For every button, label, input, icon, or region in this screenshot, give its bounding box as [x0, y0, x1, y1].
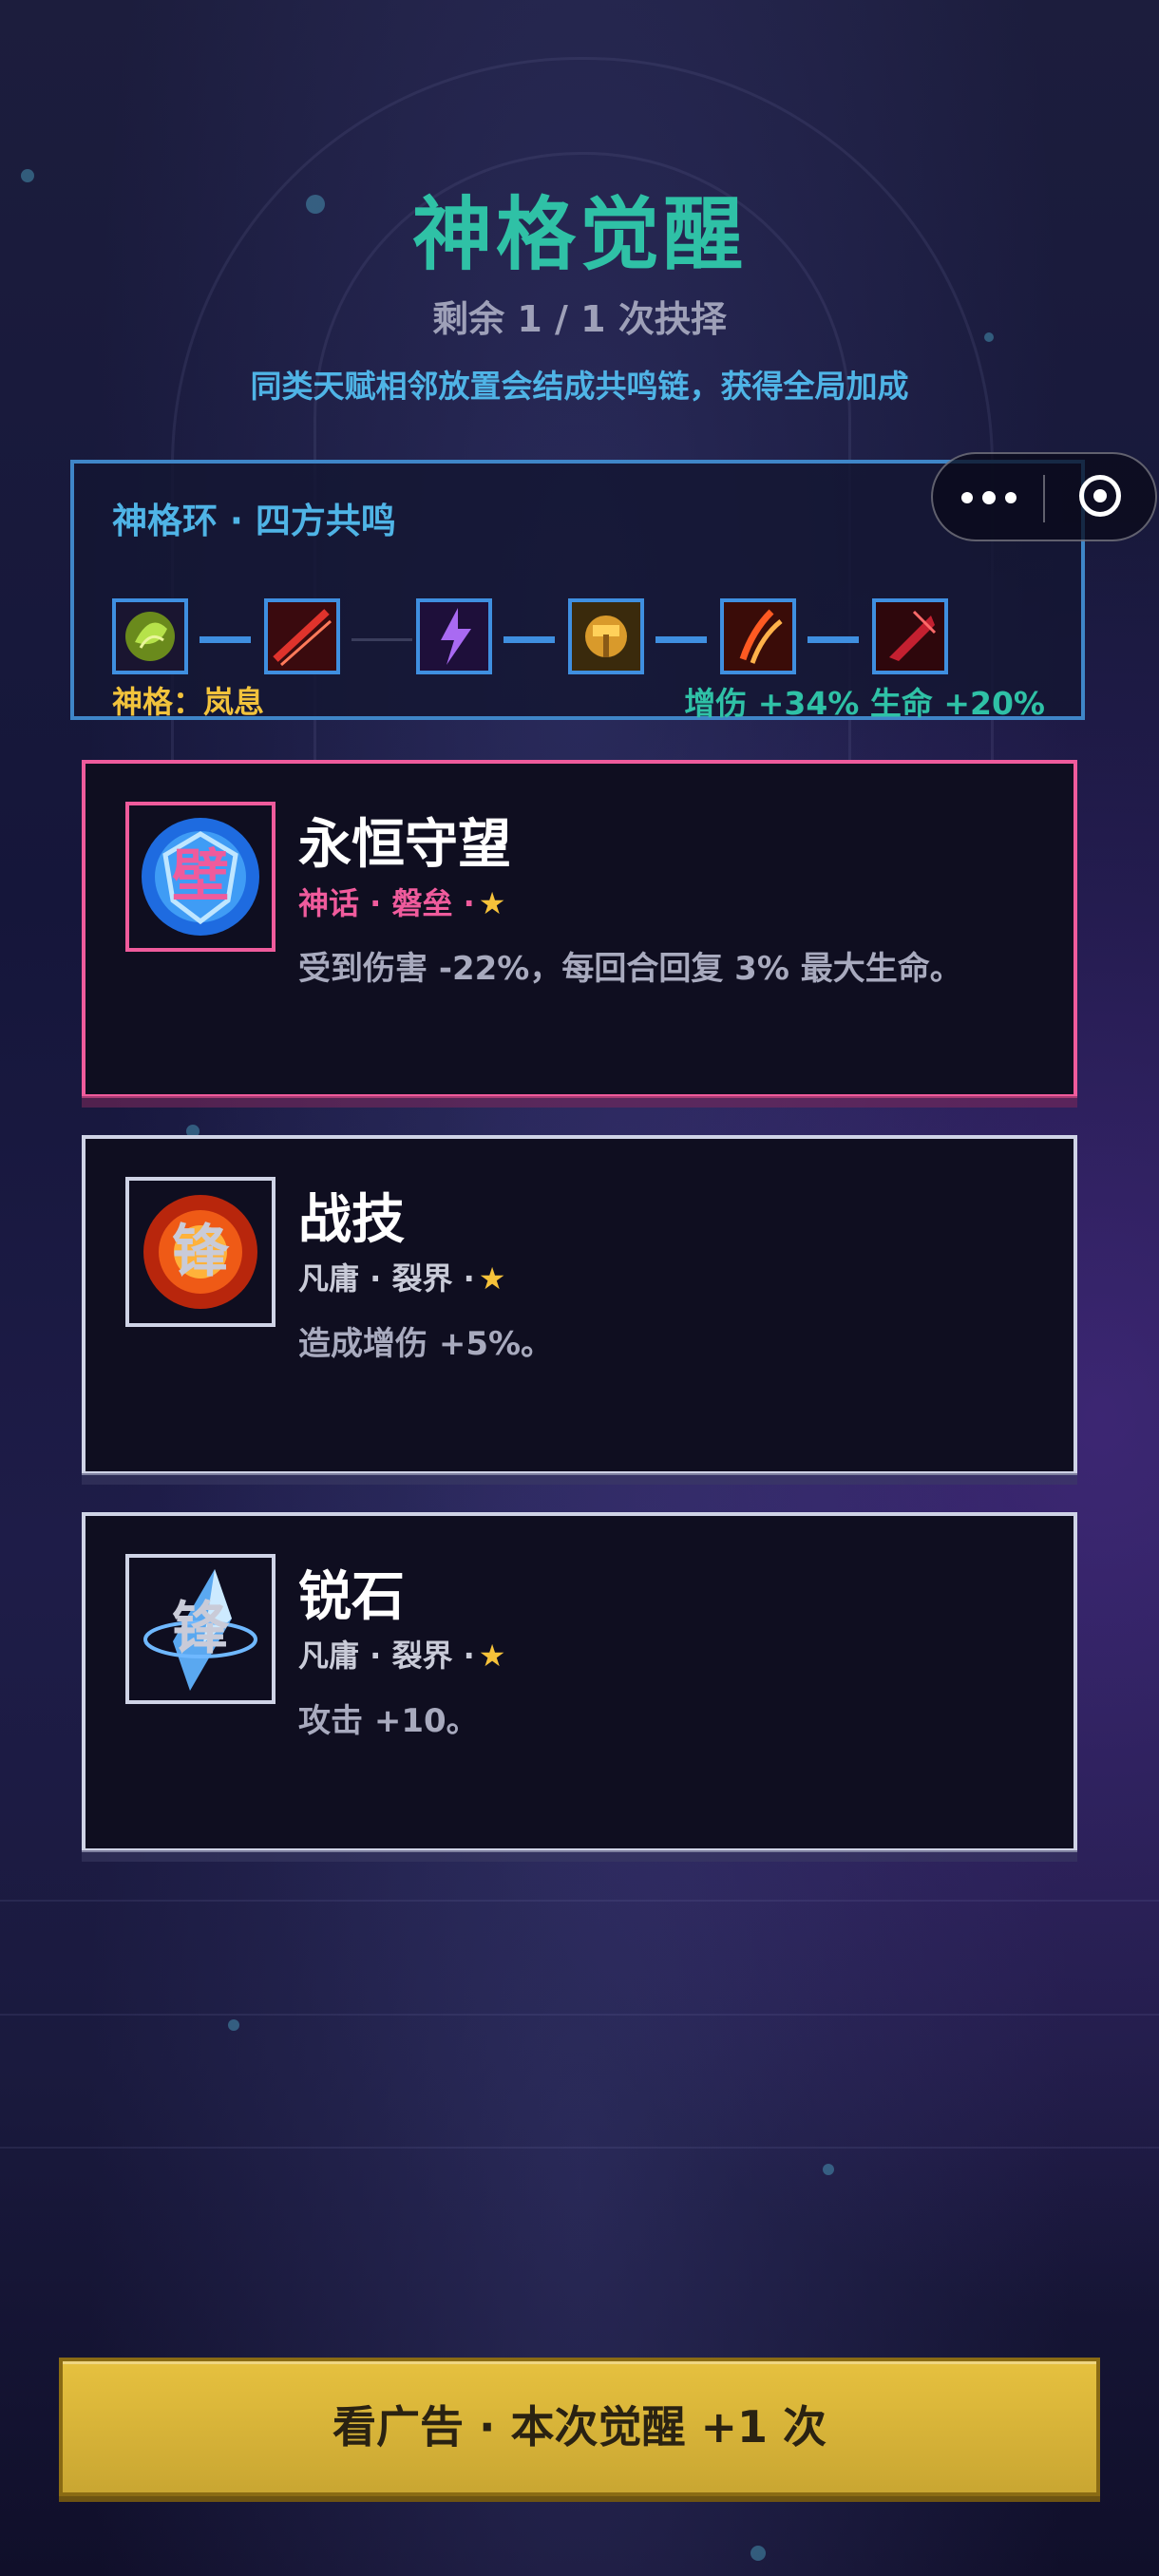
resonance-link	[656, 636, 707, 643]
inactive-link	[352, 638, 412, 641]
talent-card-2[interactable]: 锋 战技 凡庸 · 裂界 · ★ 造成增伤 +5%。	[82, 1135, 1077, 1485]
card-tags: 神话 · 磐垒 · ★	[298, 880, 505, 923]
resonance-hint: 同类天赋相邻放置会结成共鸣链，获得全局加成	[250, 368, 909, 405]
card-glyph: 壁	[172, 843, 229, 910]
blue-shield-orb-icon: 壁	[125, 802, 276, 952]
card-description: 受到伤害 -22%，每回合回复 3% 最大生命。	[298, 950, 962, 988]
watch-ad-button[interactable]: 看广告 · 本次觉醒 +1 次	[59, 2358, 1100, 2496]
card-description: 攻击 +10。	[298, 1702, 479, 1740]
floor-line	[0, 2014, 1159, 2016]
floor-line	[0, 2147, 1159, 2149]
ring-slot-6[interactable]	[872, 598, 948, 674]
mini-program-capsule	[931, 452, 1157, 541]
target-circle-icon[interactable]	[1079, 475, 1121, 517]
ring-slot-2[interactable]	[264, 598, 340, 674]
capsule-divider	[1043, 475, 1045, 522]
card-glyph: 锋	[172, 1596, 229, 1662]
card-description: 造成增伤 +5%。	[298, 1325, 554, 1363]
floor-line	[0, 1900, 1159, 1902]
ring-slots	[112, 598, 1062, 680]
crimson-blade-icon	[876, 602, 944, 671]
resonance-link	[504, 636, 555, 643]
star-icon: ★	[478, 1260, 506, 1297]
fire-burst-icon: 锋	[125, 1177, 276, 1327]
floating-orb	[228, 2019, 239, 2031]
ring-slot-3[interactable]	[416, 598, 492, 674]
ring-slot-4[interactable]	[568, 598, 644, 674]
card-tags: 凡庸 · 裂界 · ★	[298, 1255, 505, 1298]
card-name: 永恒守望	[298, 814, 511, 876]
floating-orb	[823, 2164, 834, 2175]
card-name: 锐石	[298, 1566, 405, 1628]
card-tag-text: 凡庸 · 裂界 ·	[298, 1638, 475, 1674]
remaining-choices: 剩余 1 / 1 次抉择	[432, 298, 727, 340]
star-icon: ★	[478, 885, 506, 921]
card-tag-text: 神话 · 磐垒 ·	[298, 885, 475, 921]
ring-title: 神格环 · 四方共鸣	[112, 501, 396, 541]
flame-claw-icon	[724, 602, 792, 671]
ice-crystal-icon: 锋	[125, 1554, 276, 1704]
purple-lightning-icon	[420, 602, 488, 671]
card-glyph: 锋	[172, 1219, 229, 1285]
ring-slot-1[interactable]	[112, 598, 188, 674]
red-slash-icon	[268, 602, 336, 671]
floating-orb	[750, 2546, 766, 2561]
more-dots-icon[interactable]	[961, 483, 1018, 515]
talent-card-1[interactable]: 壁 永恒守望 神话 · 磐垒 · ★ 受到伤害 -22%，每回合回复 3% 最大生…	[82, 760, 1077, 1108]
resonance-link	[808, 636, 859, 643]
talent-card-3[interactable]: 锋 锐石 凡庸 · 裂界 · ★ 攻击 +10。	[82, 1512, 1077, 1862]
resonance-link	[200, 636, 251, 643]
green-leaf-orb-icon	[125, 612, 175, 661]
ring-slot-5[interactable]	[720, 598, 796, 674]
ring-deity-name: 神格：岚息	[112, 684, 265, 720]
star-icon: ★	[478, 1638, 506, 1674]
card-tag-text: 凡庸 · 裂界 ·	[298, 1260, 475, 1297]
gold-hammer-icon	[572, 602, 640, 671]
card-tags: 凡庸 · 裂界 · ★	[298, 1632, 505, 1676]
card-name: 战技	[298, 1189, 405, 1251]
page-title: 神格觉醒	[411, 188, 747, 281]
ring-bonus: 增伤 +34% 生命 +20%	[684, 685, 1045, 722]
